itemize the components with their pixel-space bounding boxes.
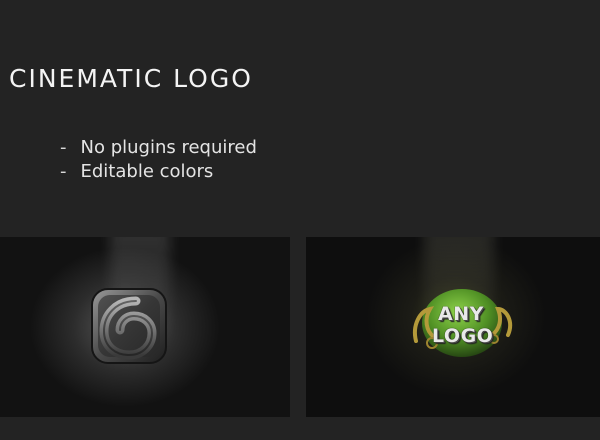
feature-list: - No plugins required - Editable colors bbox=[60, 136, 257, 184]
logo-text-line1: ANY bbox=[438, 303, 484, 325]
preview-thumbnail-anylogo[interactable]: ANY LOGO bbox=[306, 237, 600, 417]
page-title: CINEMATIC LOGO bbox=[9, 64, 253, 93]
preview-thumbnail-metal[interactable] bbox=[0, 237, 290, 417]
list-bullet: - bbox=[60, 137, 67, 158]
list-item: - Editable colors bbox=[60, 160, 257, 184]
feature-text: Editable colors bbox=[80, 161, 214, 182]
metallic-logo-icon bbox=[91, 288, 167, 364]
list-bullet: - bbox=[60, 161, 67, 182]
logo-text-line2: LOGO bbox=[432, 325, 494, 347]
list-item: - No plugins required bbox=[60, 136, 257, 160]
any-logo-graphic: ANY LOGO bbox=[402, 281, 522, 371]
feature-text: No plugins required bbox=[80, 137, 257, 158]
